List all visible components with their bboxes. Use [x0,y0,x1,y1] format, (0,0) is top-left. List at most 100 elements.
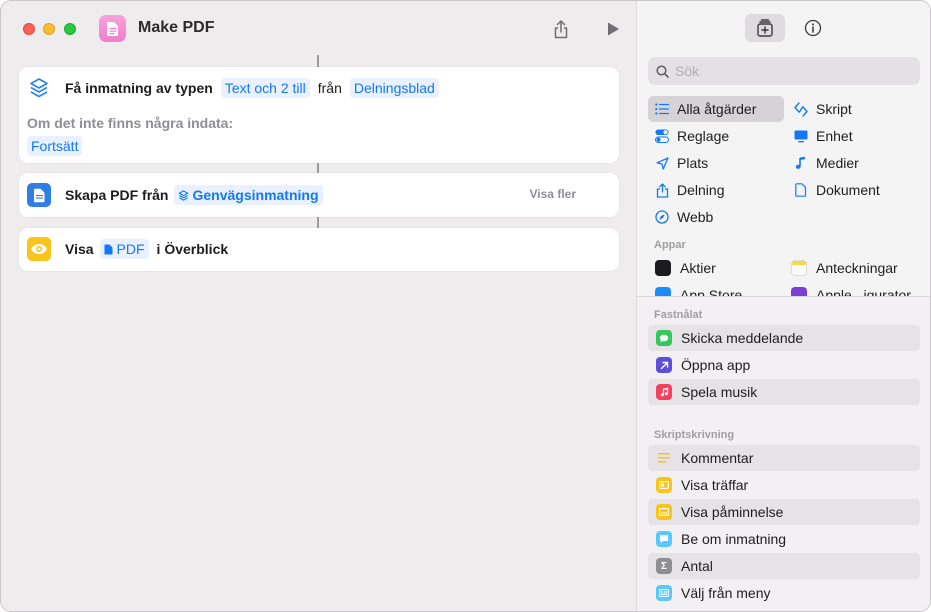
share-button[interactable] [549,17,573,41]
input-type-token[interactable]: Text och 2 till [220,78,310,98]
row-label: Öppna app [681,357,751,373]
action-suffix: i Överblick [156,241,229,257]
compass-icon [654,209,670,225]
category-documents[interactable]: Dokument [787,177,923,203]
search-field[interactable] [648,57,920,85]
category-label: Delning [677,182,725,198]
category-label: Webb [677,209,714,225]
script-show-alert[interactable]: Visa påminnelse [648,499,920,525]
alert-icon [656,504,672,520]
flow-connector [317,217,319,228]
category-media[interactable]: Medier [787,150,923,176]
action-label: Visa [65,241,94,257]
flow-connector [317,163,319,173]
category-label: Enhet [816,128,853,144]
details-tab[interactable] [793,14,833,42]
row-label: Be om inmatning [681,531,787,547]
info-icon [804,19,822,37]
toggle-icon [654,128,670,144]
sigma-icon: Σ [656,558,672,574]
script-count[interactable]: Σ Antal [648,553,920,579]
action-quick-look[interactable]: Visa PDF i Överblick [19,228,619,271]
apps-overflow: App Store Apple...igurator [637,282,930,296]
document-icon [104,244,113,254]
close-button[interactable] [23,23,35,35]
app-configurator[interactable]: Apple...igurator [791,282,911,296]
run-button[interactable] [601,17,625,41]
share-icon [554,19,568,38]
shortcuts-window: Make PDF Få inmatning av typen Text och … [0,0,931,612]
library-add-icon [757,19,773,37]
window-title[interactable]: Make PDF [138,19,214,37]
minimize-button[interactable] [43,23,55,35]
app-appstore[interactable]: App Store [655,282,742,296]
pinned-section-label: Fastnålat [654,309,703,321]
menu-icon [656,585,672,601]
row-label: Välj från meny [681,585,771,601]
pinned-send-message[interactable]: Skicka meddelande [648,325,920,351]
app-stocks[interactable]: Aktier [655,255,716,281]
source-token[interactable]: Delningsblad [349,78,439,98]
action-header: Skapa PDF från Genvägsinmatning [27,183,327,207]
message-icon [656,330,672,346]
music-note-icon [656,384,672,400]
show-more-button[interactable]: Visa fler [530,187,576,201]
configurator-icon [791,287,807,296]
script-ask-for-input[interactable]: Be om inmatning [648,526,920,552]
fallback-token[interactable]: Fortsätt [27,136,83,156]
zoom-button[interactable] [64,23,76,35]
action-get-input[interactable]: Få inmatning av typen Text och 2 till fr… [19,67,619,163]
action-header: Visa PDF i Överblick [27,237,228,261]
document-icon [27,183,51,207]
category-controls[interactable]: Reglage [648,123,784,149]
library-tab[interactable] [745,14,785,42]
row-label: Antal [681,558,713,574]
layers-icon [178,189,190,201]
app-label: Anteckningar [816,260,898,276]
category-label: Reglage [677,128,730,144]
monitor-icon [793,128,809,144]
document-icon [793,182,809,198]
token-label: Genvägsinmatning [192,187,319,203]
shortcut-icon[interactable] [99,15,126,42]
shortcut-input-token[interactable]: Genvägsinmatning [174,185,323,205]
category-label: Alla åtgärder [677,101,757,117]
category-sharing[interactable]: Delning [648,177,784,203]
play-icon [608,22,619,36]
action-header: Få inmatning av typen Text och 2 till fr… [27,76,443,100]
category-all-actions[interactable]: Alla åtgärder [648,96,784,122]
search-icon [656,64,669,78]
category-web[interactable]: Webb [648,204,784,230]
stocks-icon [655,260,671,276]
category-scripting[interactable]: Skript [787,96,923,122]
pinned-open-app[interactable]: Öppna app [648,352,920,378]
script-comment[interactable]: Kommentar [648,445,920,471]
share-icon [654,182,670,198]
list-icon [654,101,670,117]
category-label: Dokument [816,182,880,198]
script-show-result[interactable]: Visa träffar [648,472,920,498]
category-location[interactable]: Plats [648,150,784,176]
pdf-token[interactable]: PDF [99,239,149,259]
music-note-icon [793,155,809,171]
row-label: Visa träffar [681,477,749,493]
row-label: Visa påminnelse [681,504,784,520]
editor-pane: Make PDF Få inmatning av typen Text och … [1,1,636,611]
location-arrow-icon [654,155,670,171]
category-device[interactable]: Enhet [787,123,923,149]
from-label: från [317,80,342,96]
app-notes[interactable]: Anteckningar [791,255,898,281]
action-make-pdf[interactable]: Skapa PDF från Genvägsinmatning Visa fle… [19,173,619,217]
row-label: Kommentar [681,450,754,466]
action-label: Få inmatning av typen [65,80,213,96]
scripting-icon [793,101,809,117]
scripting-section-label: Skriptskrivning [654,429,735,441]
row-label: Skicka meddelande [681,330,804,346]
layers-icon [27,76,51,100]
pinned-play-music[interactable]: Spela musik [648,379,920,405]
appstore-icon [655,287,671,296]
script-choose-from-menu[interactable]: Välj från meny [648,580,920,606]
open-app-arrow-icon [656,357,672,373]
search-input[interactable] [675,63,905,79]
flow-connector [317,55,319,67]
